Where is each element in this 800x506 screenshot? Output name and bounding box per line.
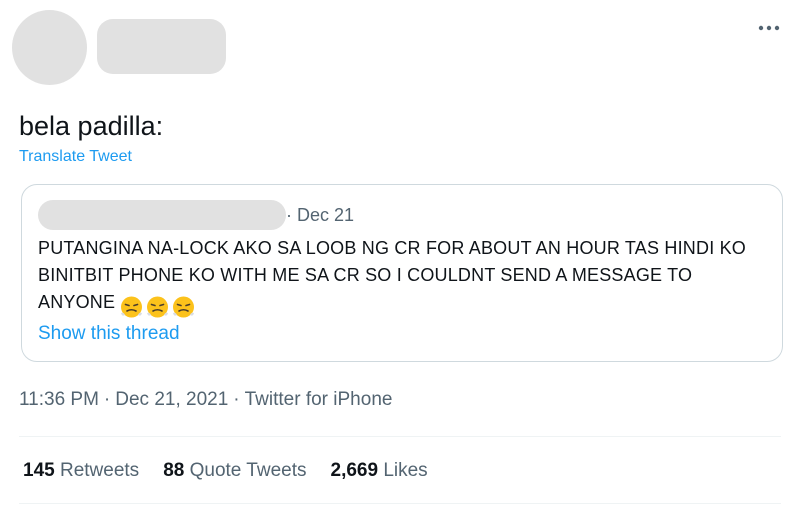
- quoted-author-redacted[interactable]: [38, 200, 286, 230]
- quote-tweets-count: 88: [163, 460, 185, 481]
- show-thread-link[interactable]: Show this thread: [38, 322, 180, 346]
- likes-stat[interactable]: 2,669 Likes: [331, 459, 428, 483]
- emoji-group: [119, 292, 197, 319]
- divider: [19, 503, 781, 504]
- tweet-view: bela padilla: Translate Tweet · Dec 21 P…: [0, 0, 800, 506]
- quote-tweets-label: Quote Tweets: [189, 460, 307, 481]
- steam-from-nose-face-icon: [147, 296, 169, 318]
- tweet-source[interactable]: Twitter for iPhone: [245, 389, 393, 410]
- tweet-date[interactable]: Dec 21, 2021: [115, 389, 228, 410]
- author-name-redacted[interactable]: [97, 19, 226, 74]
- steam-from-nose-face-icon: [121, 296, 143, 318]
- retweets-count: 145: [23, 460, 55, 481]
- steam-from-nose-face-icon: [173, 296, 195, 318]
- translate-tweet-link[interactable]: Translate Tweet: [19, 147, 132, 167]
- tweet-time[interactable]: 11:36 PM: [19, 389, 99, 410]
- avatar[interactable]: [12, 10, 87, 85]
- meta-separator: ·: [103, 389, 111, 410]
- tweet-text: bela padilla:: [19, 111, 164, 141]
- quoted-tweet-text: PUTANGINA NA-LOCK AKO SA LOOB NG CR FOR …: [38, 235, 773, 319]
- quoted-tweet-date[interactable]: · Dec 21: [286, 204, 354, 226]
- more-options-icon[interactable]: [756, 22, 782, 34]
- likes-count: 2,669: [330, 460, 379, 481]
- engagement-stats: 145 Retweets 88 Quote Tweets 2,669 Likes: [23, 459, 452, 483]
- quoted-tweet-card[interactable]: · Dec 21 PUTANGINA NA-LOCK AKO SA LOOB N…: [21, 184, 783, 362]
- divider: [19, 436, 781, 437]
- tweet-metadata: 11:36 PM · Dec 21, 2021 · Twitter for iPhone: [19, 388, 392, 412]
- retweets-label: Retweets: [59, 460, 140, 481]
- quote-tweets-stat[interactable]: 88 Quote Tweets: [163, 459, 306, 483]
- retweets-stat[interactable]: 145 Retweets: [23, 459, 139, 483]
- likes-label: Likes: [383, 460, 428, 481]
- meta-separator: ·: [233, 389, 240, 410]
